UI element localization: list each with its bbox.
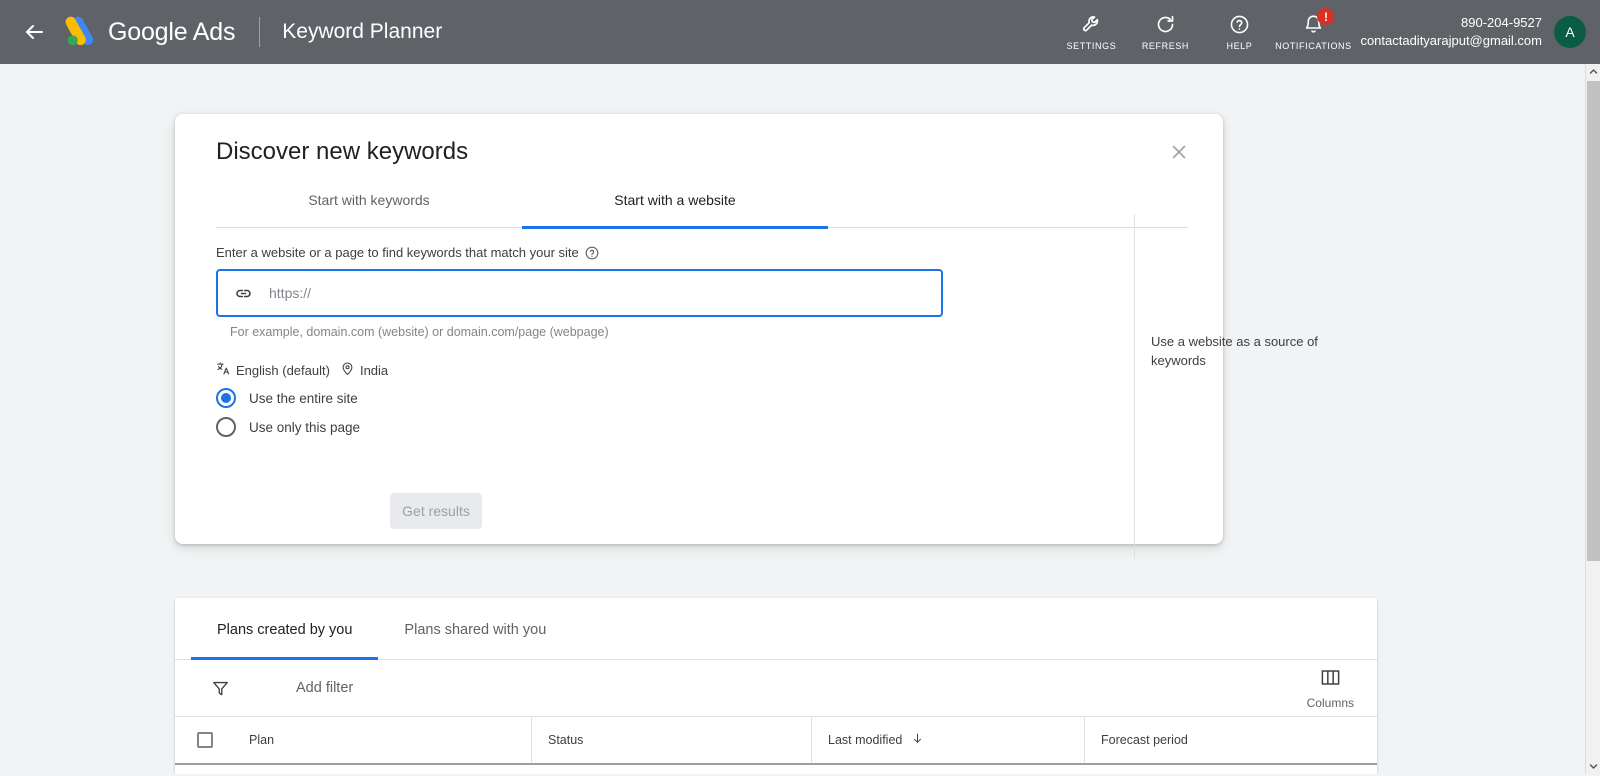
sort-arrow-down-icon [911, 732, 924, 748]
translate-icon [216, 361, 231, 379]
help-circle-icon[interactable] [585, 246, 599, 260]
filter-funnel-icon[interactable] [211, 679, 230, 698]
dialog-side-note: Use a website as a source of keywords [1151, 334, 1318, 368]
columns-label: Columns [1306, 696, 1354, 710]
columns-button[interactable]: Columns [1307, 668, 1354, 710]
dialog-tabs: Start with keywords Start with a website [216, 172, 1188, 229]
appbar-actions: SETTINGS REFRESH HELP ! NOTIFICATIONS 89… [1054, 0, 1600, 64]
tab-plans-shared-with-you[interactable]: Plans shared with you [378, 601, 572, 659]
settings-label: SETTINGS [1066, 41, 1117, 51]
notification-badge: ! [1317, 8, 1335, 25]
column-label: Forecast period [1101, 733, 1188, 747]
website-url-input[interactable] [267, 271, 925, 315]
help-button[interactable]: HELP [1202, 0, 1276, 64]
help-label: HELP [1226, 41, 1253, 51]
website-field-label: Enter a website or a page to find keywor… [216, 245, 960, 260]
tab-plans-created-by-you[interactable]: Plans created by you [191, 601, 379, 660]
location-selector[interactable]: India [340, 361, 388, 379]
column-label: Plan [249, 733, 275, 747]
notifications-label: NOTIFICATIONS [1275, 41, 1352, 51]
select-all-checkbox[interactable] [197, 732, 213, 748]
website-url-field[interactable] [216, 269, 943, 317]
scrollbar-thumb[interactable] [1587, 81, 1600, 561]
back-button[interactable] [14, 12, 54, 52]
page-scrollbar[interactable] [1585, 64, 1600, 774]
scroll-down-button[interactable] [1586, 759, 1600, 774]
location-value: India [359, 362, 389, 378]
top-app-bar: Google Ads Keyword Planner SETTINGS REFR… [0, 0, 1600, 64]
tab-start-with-a-website[interactable]: Start with a website [522, 172, 828, 229]
language-selector[interactable]: English (default) [216, 361, 330, 379]
website-field-label-text: Enter a website or a page to find keywor… [216, 245, 579, 260]
column-label: Status [548, 733, 584, 747]
location-pin-icon [340, 361, 355, 379]
language-value: English (default) [236, 362, 330, 378]
chevron-down-icon [1589, 758, 1598, 776]
account-email: contactadityarajput@gmail.com [1360, 33, 1542, 48]
page-title: Keyword Planner [282, 20, 443, 43]
website-field-hint: For example, domain.com (website) or dom… [230, 325, 609, 339]
plans-tab-label: Plans shared with you [404, 622, 547, 638]
radio-use-entire-site[interactable]: Use the entire site [216, 388, 960, 408]
close-button[interactable] [1164, 139, 1194, 169]
page-scroll-area: Discover new keywords Start with keyword… [0, 64, 1585, 774]
plans-tab-label: Plans created by you [217, 622, 353, 638]
chevron-up-icon [1589, 63, 1598, 81]
appbar-divider [259, 17, 261, 47]
link-chain-icon [234, 284, 253, 303]
scroll-up-button[interactable] [1586, 64, 1600, 79]
plans-table-header: Plan Status Last modified Forecast perio… [175, 717, 1377, 765]
refresh-icon [1155, 13, 1176, 36]
google-ads-logo [64, 15, 98, 49]
radio-label: Use only this page [249, 419, 361, 435]
refresh-label: REFRESH [1141, 41, 1190, 51]
dialog-title: Discover new keywords [216, 138, 469, 165]
settings-wrench-icon [1081, 13, 1102, 36]
account-id: 890-204-9527 [1461, 15, 1542, 31]
radio-button[interactable] [216, 388, 236, 408]
dialog-vertical-divider [1134, 214, 1135, 559]
settings-button[interactable]: SETTINGS [1054, 0, 1128, 64]
notifications-button[interactable]: ! NOTIFICATIONS [1275, 0, 1352, 64]
column-label: Last modified [828, 733, 903, 747]
plans-card: Plans created by you Plans shared with y… [175, 598, 1377, 774]
columns-icon [1320, 668, 1341, 692]
arrow-back-icon [22, 20, 46, 44]
website-input-pane: Enter a website or a page to find keywor… [216, 245, 960, 437]
select-all-cell [175, 717, 233, 763]
add-filter-button[interactable]: Add filter [296, 680, 353, 696]
refresh-button[interactable]: REFRESH [1128, 0, 1202, 64]
radio-label: Use the entire site [249, 390, 358, 406]
tab-start-with-keywords[interactable]: Start with keywords [216, 172, 522, 228]
tab-label: Start with a website [614, 192, 736, 208]
account-info[interactable]: 890-204-9527 contactadityarajput@gmail.c… [1360, 14, 1542, 49]
column-header-plan[interactable]: Plan [233, 717, 532, 763]
get-results-button[interactable]: Get results [390, 493, 482, 529]
help-question-icon [1229, 13, 1250, 36]
column-header-forecast-period[interactable]: Forecast period [1085, 717, 1377, 763]
radio-button[interactable] [216, 417, 236, 437]
brand-name: Google Ads [108, 17, 236, 46]
avatar[interactable]: A [1554, 16, 1586, 48]
radio-use-only-this-page[interactable]: Use only this page [216, 417, 960, 437]
column-header-status[interactable]: Status [532, 717, 812, 763]
brand-logo-block[interactable]: Google Ads [64, 15, 235, 49]
filter-toolbar: Add filter Columns [175, 660, 1377, 717]
tab-label: Start with keywords [308, 192, 430, 208]
discover-new-keywords-card: Discover new keywords Start with keyword… [175, 114, 1318, 559]
plans-tabs: Plans created by you Plans shared with y… [175, 598, 1377, 660]
close-x-icon [1169, 142, 1189, 167]
column-header-last-modified[interactable]: Last modified [812, 717, 1085, 763]
language-location-row: English (default) India [216, 361, 960, 379]
